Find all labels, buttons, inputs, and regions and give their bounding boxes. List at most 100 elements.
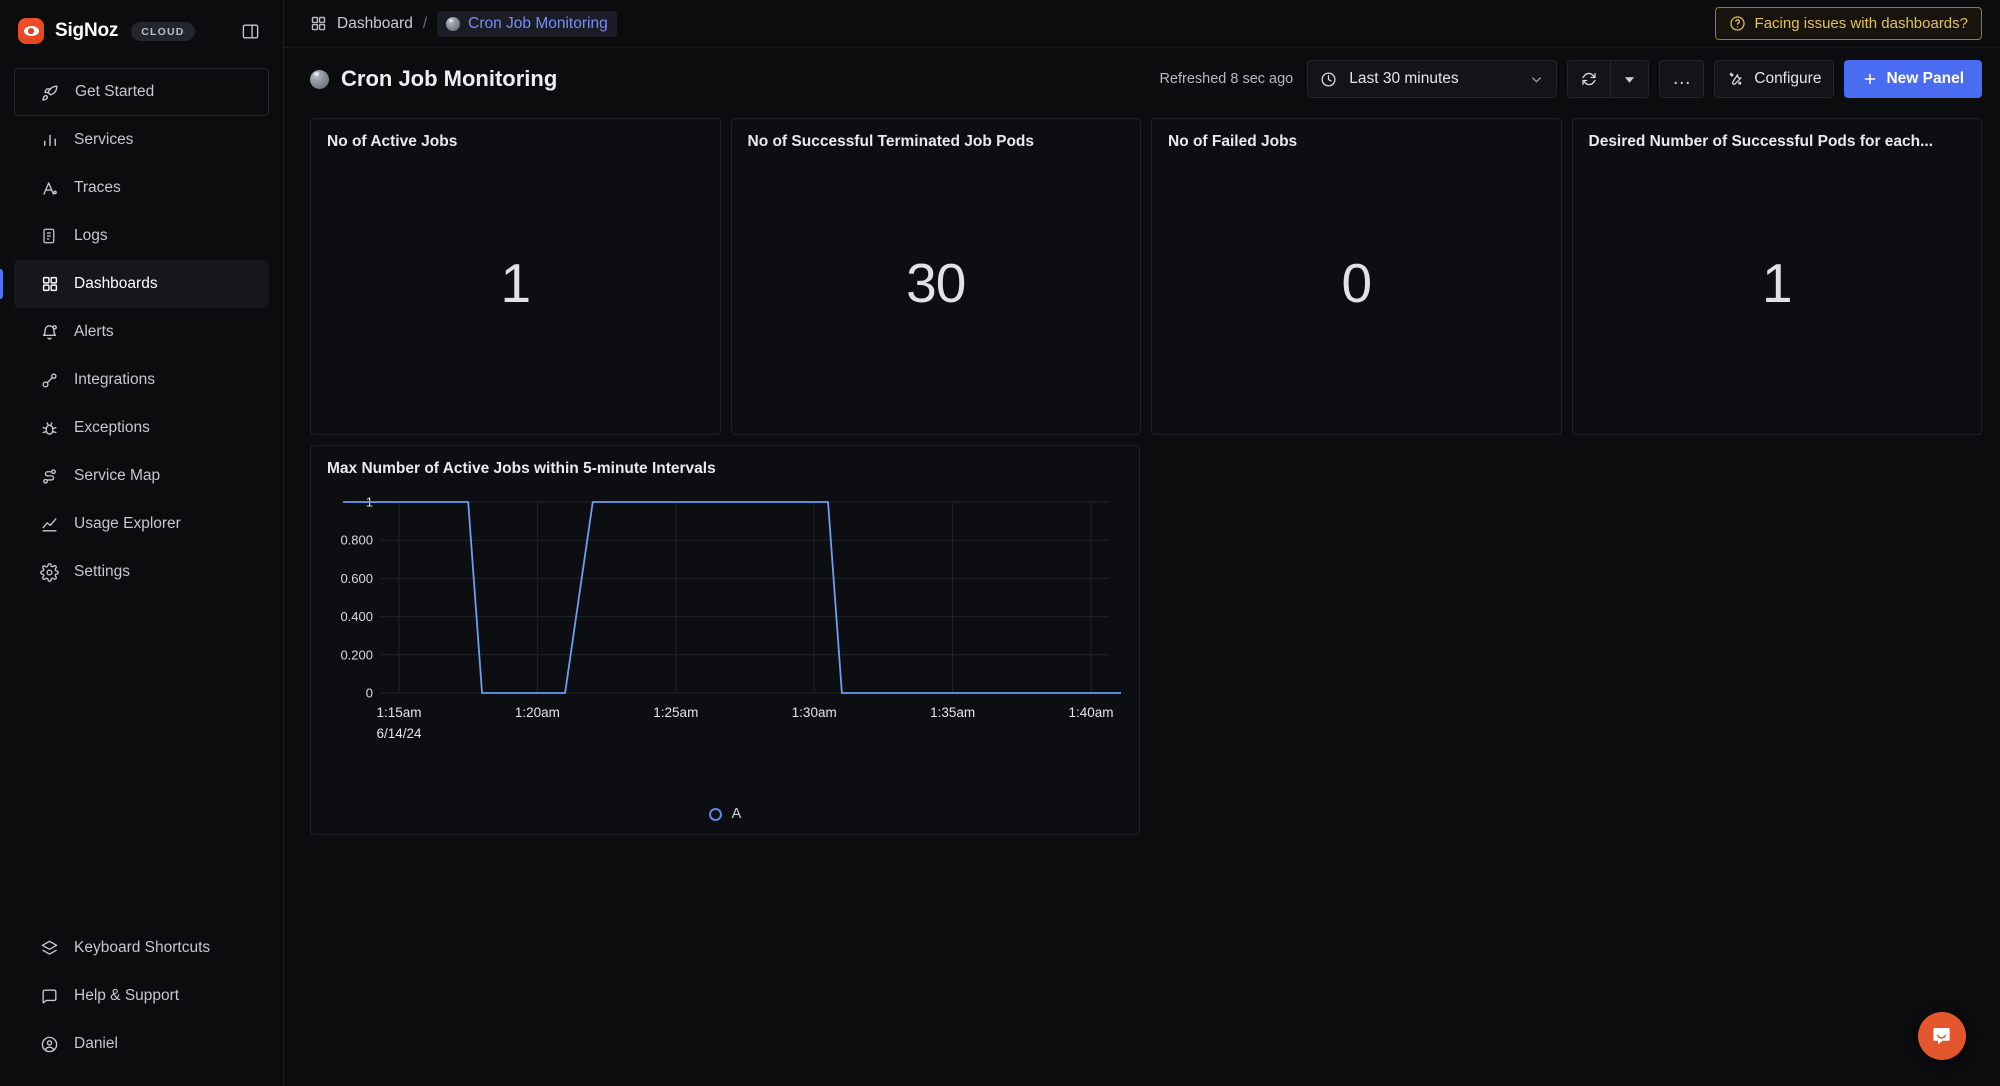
ellipsis-icon: … xyxy=(1672,68,1692,89)
panel-value: 1 xyxy=(1761,251,1793,314)
question-circle-icon xyxy=(1729,15,1746,32)
panel-value: 30 xyxy=(906,251,966,314)
gear-icon xyxy=(40,562,59,582)
breadcrumb-current-chip[interactable]: Cron Job Monitoring xyxy=(437,10,617,37)
sidebar-item-logs[interactable]: Logs xyxy=(14,212,269,260)
plus-icon xyxy=(1862,71,1878,87)
sidebar-item-label: Alerts xyxy=(74,323,114,340)
new-panel-button[interactable]: New Panel xyxy=(1844,60,1982,98)
bell-icon xyxy=(40,323,59,342)
panel-no-of-active-jobs[interactable]: No of Active Jobs 1 xyxy=(310,118,721,435)
svg-text:1:15am: 1:15am xyxy=(376,705,421,720)
chat-icon xyxy=(40,987,59,1006)
sidebar-item-settings[interactable]: Settings xyxy=(14,548,269,596)
intercom-chat-button[interactable] xyxy=(1918,1012,1966,1060)
brand-header: SigNoz CLOUD xyxy=(0,0,283,62)
collapse-sidebar-icon[interactable] xyxy=(239,20,261,42)
panel-title: Max Number of Active Jobs within 5-minut… xyxy=(327,460,716,477)
refresh-interval-dropdown[interactable] xyxy=(1610,61,1648,97)
breadcrumb-root[interactable]: Dashboard xyxy=(337,15,413,33)
panel-title: No of Successful Terminated Job Pods xyxy=(747,133,1035,150)
configure-icon xyxy=(1727,70,1745,88)
sidebar-item-usage-explorer[interactable]: Usage Explorer xyxy=(14,500,269,548)
sidebar-item-get-started[interactable]: Get Started xyxy=(14,68,269,116)
panel-no-of-successful-terminated-job-pods[interactable]: No of Successful Terminated Job Pods 30 xyxy=(730,118,1141,435)
sidebar-item-integrations[interactable]: Integrations xyxy=(14,356,269,404)
sidebar-item-dashboards[interactable]: Dashboards xyxy=(0,260,269,308)
logs-icon xyxy=(40,227,59,246)
sidebar-item-exceptions[interactable]: Exceptions xyxy=(14,404,269,452)
sidebar-item-user-daniel[interactable]: Daniel xyxy=(14,1020,269,1068)
dashboard-grid: No of Active Jobs 1 No of Successful Ter… xyxy=(284,110,2000,835)
signoz-logo-icon xyxy=(18,18,44,44)
svg-text:6/14/24: 6/14/24 xyxy=(376,726,422,741)
facing-issues-banner[interactable]: Facing issues with dashboards? xyxy=(1714,7,1982,40)
brand-name: SigNoz xyxy=(55,20,119,41)
cloud-badge: CLOUD xyxy=(131,21,195,41)
breadcrumb-separator: / xyxy=(422,14,428,32)
grid-icon xyxy=(40,275,59,294)
panel-desired-number-of-successful-pods[interactable]: Desired Number of Successful Pods for ea… xyxy=(1571,118,1982,435)
svg-text:1:30am: 1:30am xyxy=(792,705,837,720)
time-range-value: Last 30 minutes xyxy=(1349,70,1459,87)
plug-icon xyxy=(40,371,59,390)
dashboard-emoji-icon xyxy=(310,69,329,89)
panel-max-active-jobs-chart[interactable]: Max Number of Active Jobs within 5-minut… xyxy=(310,445,2000,835)
panel-title: Desired Number of Successful Pods for ea… xyxy=(1588,133,1934,150)
sidebar-item-keyboard-shortcuts[interactable]: Keyboard Shortcuts xyxy=(14,924,269,972)
svg-text:0.800: 0.800 xyxy=(340,533,373,548)
bug-icon xyxy=(40,419,59,438)
panel-title: No of Active Jobs xyxy=(327,133,458,150)
breadcrumb: Dashboard / Cron Job Monitoring xyxy=(337,10,617,37)
svg-text:0.400: 0.400 xyxy=(340,609,373,624)
svg-text:0: 0 xyxy=(366,686,373,701)
chevron-down-icon xyxy=(1529,72,1544,87)
timeseries-chart[interactable]: 10.8000.6000.4000.20001:15am 1:20am 1:25am… xyxy=(319,488,2000,753)
sidebar-item-label: Service Map xyxy=(74,467,161,484)
sidebar-item-alerts[interactable]: Alerts xyxy=(14,308,269,356)
stat-panel-row: No of Active Jobs 1 No of Successful Ter… xyxy=(310,118,1982,435)
legend-marker-icon[interactable] xyxy=(708,807,722,821)
traces-icon xyxy=(40,179,59,198)
sidebar-item-label: Exceptions xyxy=(74,419,150,436)
configure-button[interactable]: Configure xyxy=(1714,60,1835,98)
bar-chart-icon xyxy=(40,131,59,150)
user-circle-icon xyxy=(40,1035,59,1054)
sidebar-item-label: Settings xyxy=(74,563,131,580)
time-range-select[interactable]: Last 30 minutes xyxy=(1307,60,1558,98)
sidebar-bottom-nav: Keyboard Shortcuts Help & Support Daniel xyxy=(0,924,283,1086)
sidebar-item-label: Services xyxy=(74,131,134,148)
svg-text:0.600: 0.600 xyxy=(340,571,373,586)
refresh-button[interactable] xyxy=(1568,61,1610,97)
svg-text:1:20am: 1:20am xyxy=(515,705,560,720)
page-title: Cron Job Monitoring xyxy=(310,66,557,92)
page-title-text: Cron Job Monitoring xyxy=(341,66,558,91)
service-map-icon xyxy=(40,467,59,486)
sidebar-item-traces[interactable]: Traces xyxy=(14,164,269,212)
sidebar-item-label: Traces xyxy=(74,179,121,196)
configure-label: Configure xyxy=(1754,70,1822,87)
sidebar-item-label: Usage Explorer xyxy=(74,515,181,532)
sidebar-item-services[interactable]: Services xyxy=(14,116,269,164)
refreshed-status: Refreshed 8 sec ago xyxy=(1159,71,1294,87)
more-options-button[interactable]: … xyxy=(1659,60,1705,98)
sidebar-nav: Get Started Services Traces Logs Dashboa… xyxy=(0,62,283,596)
svg-text:1:25am: 1:25am xyxy=(653,705,698,720)
top-breadcrumb-bar: Dashboard / Cron Job Monitoring Facing i… xyxy=(284,0,2000,48)
breadcrumb-grid-icon xyxy=(310,15,327,32)
panel-value: 0 xyxy=(1341,251,1372,314)
dashboard-toolbar: Cron Job Monitoring Refreshed 8 sec ago … xyxy=(284,48,2000,110)
legend-label: A xyxy=(731,806,742,822)
app-root: SigNoz CLOUD Get Started Services Traces… xyxy=(0,0,2000,1086)
chart-panel-row: Max Number of Active Jobs within 5-minut… xyxy=(310,435,2000,835)
panel-value: 1 xyxy=(500,251,531,314)
sidebar-item-help-support[interactable]: Help & Support xyxy=(14,972,269,1020)
rocket-icon xyxy=(41,83,60,102)
sidebar: SigNoz CLOUD Get Started Services Traces… xyxy=(0,0,284,1086)
svg-text:1:35am: 1:35am xyxy=(930,705,975,720)
clock-icon xyxy=(1320,71,1337,88)
panel-no-of-failed-jobs[interactable]: No of Failed Jobs 0 xyxy=(1151,118,1562,435)
chart-legend: A xyxy=(311,794,1139,834)
facing-issues-label: Facing issues with dashboards? xyxy=(1754,15,1968,32)
sidebar-item-service-map[interactable]: Service Map xyxy=(14,452,269,500)
